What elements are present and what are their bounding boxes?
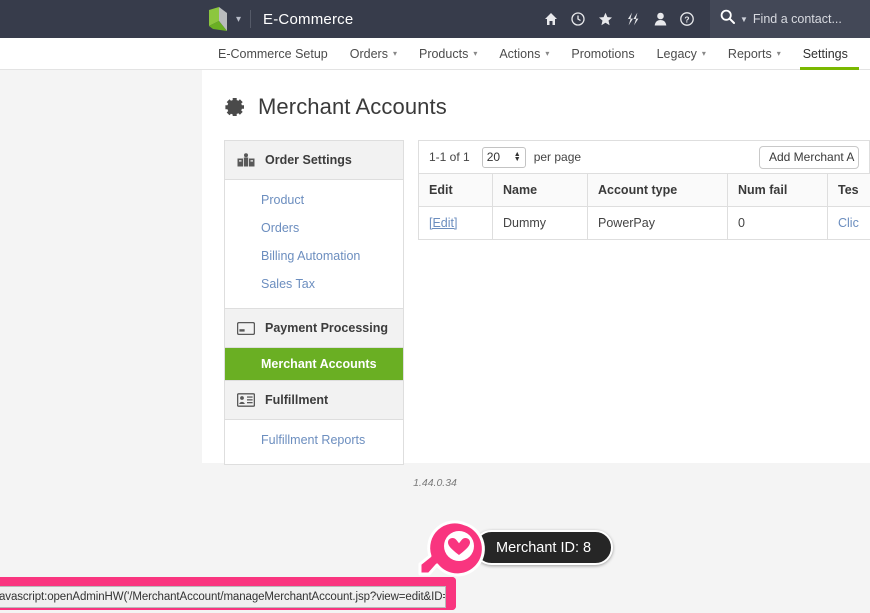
status-bar-url: avascript:openAdminHW('/MerchantAccount/…: [0, 591, 446, 603]
help-icon[interactable]: ?: [680, 12, 694, 26]
nav-item-orders[interactable]: Orders ▾: [339, 38, 408, 70]
table-header-row: Edit Name Account type Num fail Tes: [418, 173, 870, 207]
table-row: [Edit] Dummy PowerPay 0 Clic: [418, 206, 870, 240]
per-page-label: per page: [533, 150, 582, 164]
nav-item-settings[interactable]: Settings: [792, 38, 860, 70]
test-link[interactable]: Clic: [838, 216, 859, 230]
top-bar-icon-group: ?: [544, 12, 710, 26]
chevron-down-icon[interactable]: ▾: [236, 14, 241, 25]
home-icon[interactable]: [544, 12, 558, 26]
gear-icon: [224, 96, 246, 118]
content-panel: Merchant Accounts Order Settings Product…: [202, 70, 870, 465]
nav-item-products[interactable]: Products ▾: [408, 38, 488, 70]
column-header-num-fail: Num fail: [727, 173, 828, 207]
chevron-down-icon: ▾: [545, 49, 550, 58]
sidebar-item-product[interactable]: Product: [225, 186, 403, 214]
merchant-accounts-table: Edit Name Account type Num fail Tes [Edi…: [418, 173, 870, 240]
page-title: Merchant Accounts: [202, 70, 870, 120]
credit-card-icon: [237, 320, 255, 336]
top-bar: ▾ E-Commerce ? ▼ Find a contact...: [0, 0, 870, 38]
chevron-down-icon: ▾: [392, 49, 397, 58]
sidebar-item-billing-automation[interactable]: Billing Automation: [225, 242, 403, 270]
add-merchant-account-button[interactable]: Add Merchant A: [759, 145, 859, 169]
nav-label: Legacy: [656, 46, 697, 61]
lightning-icon[interactable]: [626, 12, 641, 26]
content-columns: Order Settings Product Orders Billing Au…: [202, 120, 870, 465]
search-box[interactable]: ▼ Find a contact...: [710, 0, 870, 38]
sidebar-item-sales-tax[interactable]: Sales Tax: [225, 270, 403, 298]
star-icon[interactable]: [598, 12, 613, 26]
column-header-name: Name: [492, 173, 588, 207]
per-page-stepper[interactable]: 20 ▲ ▼: [481, 146, 526, 168]
caret-down-icon[interactable]: ▼: [740, 15, 748, 24]
sidebar-links-fulfillment: Fulfillment Reports: [225, 420, 403, 464]
cell-num-fail: 0: [727, 206, 828, 240]
status-bar-highlight: avascript:openAdminHW('/MerchantAccount/…: [0, 577, 456, 610]
cell-edit: [Edit]: [418, 206, 493, 240]
page-title-text: Merchant Accounts: [258, 94, 447, 119]
ecommerce-logo-icon: [207, 7, 229, 31]
settings-sidebar: Order Settings Product Orders Billing Au…: [224, 140, 404, 465]
merchant-accounts-table-panel: 1-1 of 1 20 ▲▼ per page Add Merchant A: [418, 140, 870, 465]
chevron-down-icon: ▾: [701, 49, 706, 58]
sidebar-item-fulfillment-reports[interactable]: Fulfillment Reports: [225, 426, 403, 454]
column-header-account-type: Account type: [587, 173, 728, 207]
version-label: 1.44.0.34: [413, 477, 457, 489]
cell-name: Dummy: [492, 206, 588, 240]
nav-item-promotions[interactable]: Promotions: [560, 38, 645, 70]
table-toolbar: 1-1 of 1 20 ▲ ▼ per page Add Merchant A: [418, 140, 870, 173]
brand-area[interactable]: ▾ E-Commerce: [207, 0, 353, 38]
nav-item-ecommerce-setup[interactable]: E-Commerce Setup: [207, 38, 339, 70]
sidebar-section-fulfillment: Fulfillment: [225, 380, 403, 420]
top-bar-spacer: [0, 0, 207, 38]
tooltip-text: Merchant ID: 8: [496, 539, 592, 556]
nav-item-actions[interactable]: Actions ▾: [488, 38, 560, 70]
brand-title: E-Commerce: [263, 10, 354, 28]
app-root: ▾ E-Commerce ? ▼ Find a contact... E-Com…: [0, 0, 870, 613]
svg-text:?: ?: [684, 14, 689, 24]
sidebar-section-label: Order Settings: [265, 153, 352, 167]
cell-account-type: PowerPay: [587, 206, 728, 240]
browser-status-bar: avascript:openAdminHW('/MerchantAccount/…: [0, 586, 446, 608]
column-header-test: Tes: [827, 173, 870, 207]
nav-label: Orders: [349, 46, 388, 61]
chevron-down-icon: ▾: [776, 49, 781, 58]
sidebar-section-order-settings: Order Settings: [225, 141, 403, 180]
nav-label: Actions: [499, 46, 541, 61]
nav-item-reports[interactable]: Reports ▾: [717, 38, 792, 70]
sidebar-section-label: Payment Processing: [265, 321, 388, 335]
nav-label: Products: [418, 46, 469, 61]
chevron-down-icon: ▾: [473, 49, 478, 58]
edit-link[interactable]: [Edit]: [429, 216, 458, 230]
nav-label: Settings: [802, 46, 848, 61]
cell-test: Clic: [827, 206, 870, 240]
clock-icon[interactable]: [571, 12, 585, 26]
person-icon[interactable]: [654, 12, 667, 26]
merchant-id-tooltip: Merchant ID: 8: [474, 530, 614, 565]
sidebar-links-order-settings: Product Orders Billing Automation Sales …: [225, 180, 403, 308]
nav-label: E-Commerce Setup: [218, 46, 328, 61]
shipping-label-icon: [237, 392, 255, 408]
nav-label: Reports: [727, 46, 772, 61]
nav-item-legacy[interactable]: Legacy ▾: [646, 38, 717, 70]
cash-register-icon: [237, 152, 255, 168]
column-header-edit: Edit: [418, 173, 493, 207]
brand-divider: [250, 10, 252, 28]
sidebar-links-payment-processing: Merchant Accounts: [225, 348, 403, 380]
search-input[interactable]: Find a contact...: [753, 12, 842, 26]
main-nav: E-Commerce Setup Orders ▾ Products ▾ Act…: [0, 38, 870, 70]
sidebar-item-merchant-accounts[interactable]: Merchant Accounts: [225, 348, 403, 380]
sidebar-section-label: Fulfillment: [265, 393, 329, 407]
search-icon: [720, 9, 735, 29]
stepper-arrows-icon[interactable]: ▲ ▼: [514, 151, 521, 163]
nav-label: Promotions: [571, 46, 635, 61]
sidebar-item-orders[interactable]: Orders: [225, 214, 403, 242]
sidebar-section-payment-processing: Payment Processing: [225, 308, 403, 348]
per-page-value: 20: [486, 150, 501, 164]
record-range-label: 1-1 of 1: [429, 150, 470, 164]
